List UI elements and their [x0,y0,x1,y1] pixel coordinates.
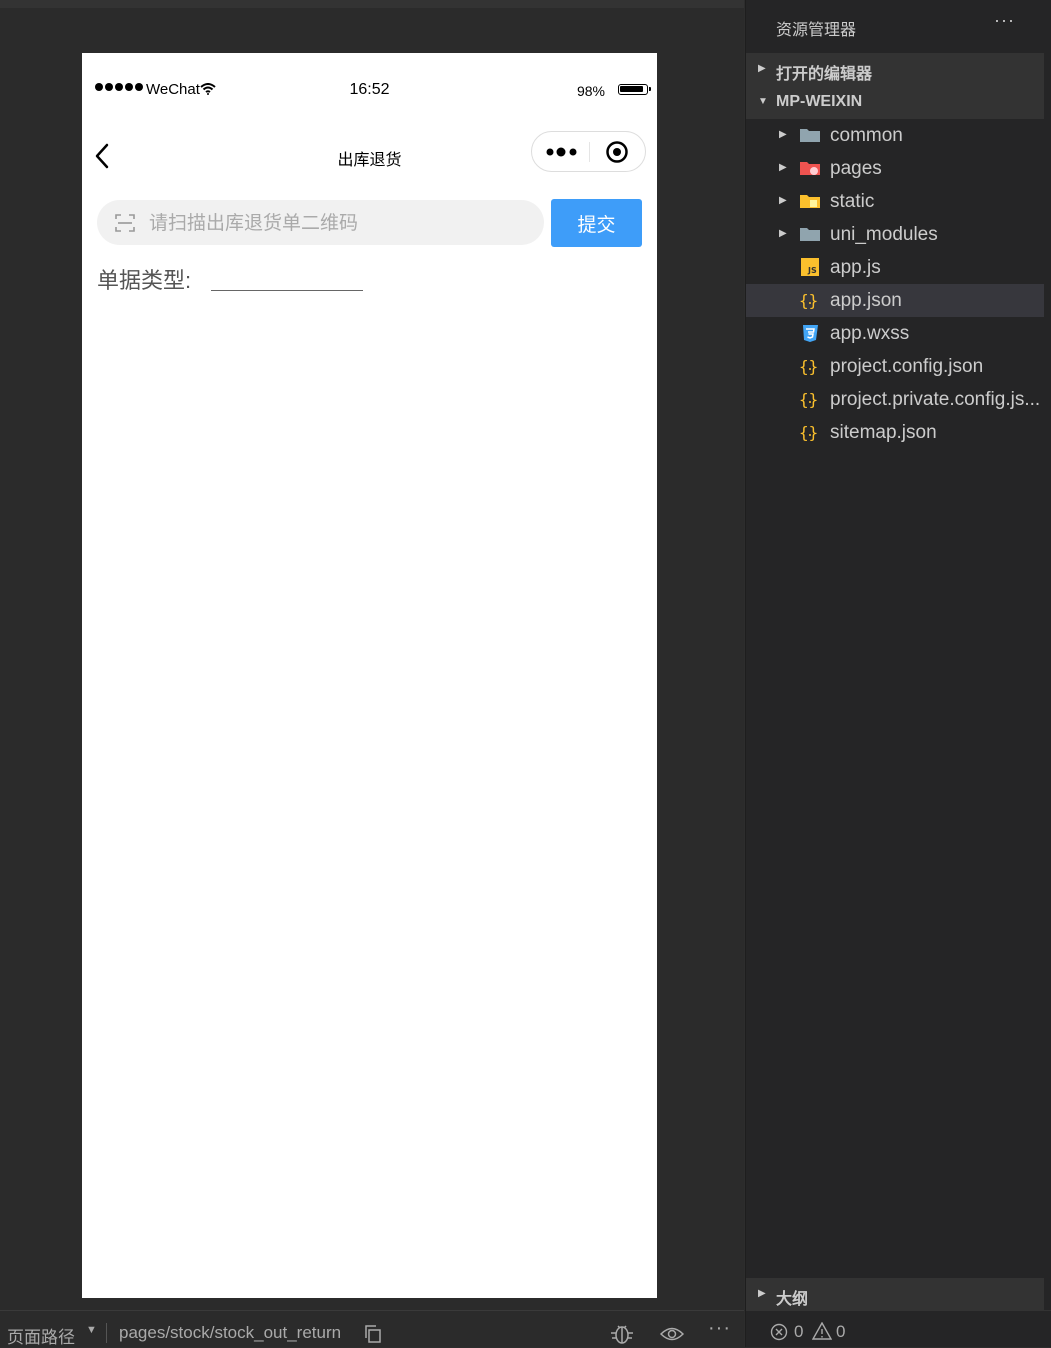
chevron-right-icon: ▶ [779,162,787,173]
explorer-title: 资源管理器 [776,22,857,39]
section-project[interactable]: ▼ MP-WEIXIN [746,86,1044,119]
section-label: 打开的编辑器 [776,66,873,83]
capsule-divider [589,142,590,162]
tree-item-pages[interactable]: ▶ pages [746,152,1044,185]
more-options-icon[interactable]: ··· [708,1317,731,1340]
json-file-icon: {} [799,390,818,409]
tree-item-app-json[interactable]: {} app.json [746,284,1044,317]
debug-bug-icon[interactable] [610,1323,634,1345]
tree-item-label: app.json [830,290,902,311]
section-label: 大纲 [776,1291,809,1308]
tree-item-label: app.js [830,257,881,278]
explorer-header: 资源管理器 ··· [746,0,1051,53]
submit-button[interactable]: 提交 [551,199,642,247]
explorer-more-icon[interactable]: ··· [994,10,1015,31]
svg-text:JS: JS [807,266,817,275]
close-miniprogram-icon[interactable] [606,141,628,163]
svg-text:{}: {} [799,291,818,310]
more-dots-icon[interactable] [546,147,578,157]
eye-icon[interactable] [660,1326,684,1342]
page-path-value: pages/stock/stock_out_return [119,1323,342,1342]
simulator-bottom-bar: 页面路径 ▼ pages/stock/stock_out_return ··· [0,1310,744,1347]
tree-item-project-private-config[interactable]: {} project.private.config.js... [746,383,1044,416]
json-file-icon: {} [799,291,818,310]
error-icon [770,1323,788,1341]
tree-item-label: static [830,191,875,212]
file-explorer: 资源管理器 ··· ▶ 打开的编辑器 ▼ MP-WEIXIN ▶ common … [745,0,1051,1347]
chevron-right-icon: ▶ [779,129,787,140]
battery-icon [618,84,651,95]
tree-item-common[interactable]: ▶ common [746,119,1044,152]
svg-text:{}: {} [799,390,818,409]
error-count: 0 [794,1322,804,1341]
nav-bar: 出库退货 [82,127,657,183]
tree-item-app-js[interactable]: JS app.js [746,251,1044,284]
tree-item-label: app.wxss [830,323,910,344]
simulator-area: WeChat 16:52 98% 出库退货 请扫描出库退货单二维码 提交 单据类… [0,0,744,1310]
tree-item-uni-modules[interactable]: ▶ uni_modules [746,218,1044,251]
chevron-down-icon[interactable]: ▼ [86,1324,97,1336]
battery-percentage: 98% [576,83,605,99]
scan-search-box [97,200,544,247]
css-file-icon [803,325,818,342]
folder-static-icon [800,195,820,208]
page-path-label[interactable]: 页面路径 [7,1323,75,1348]
problems-status[interactable]: 0 0 [746,1310,1051,1347]
doc-type-label: 单据类型: [97,268,192,293]
json-file-icon: {} [799,423,818,442]
chevron-right-icon: ▶ [779,228,787,239]
tree-item-app-wxss[interactable]: app.wxss [746,317,1044,350]
tree-item-project-config-json[interactable]: {} project.config.json [746,350,1044,383]
section-outline[interactable]: ▶ 大纲 [746,1278,1044,1311]
js-file-icon: JS [801,258,819,276]
capsule-menu [531,131,646,172]
tree-item-label: sitemap.json [830,422,937,443]
chevron-down-icon: ▼ [758,96,768,107]
tree-item-label: project.config.json [830,356,984,377]
doc-type-value-underline [211,290,363,291]
tree-item-label: uni_modules [830,224,938,245]
divider [106,1323,107,1343]
folder-icon [800,228,820,241]
svg-text:{}: {} [799,357,818,376]
status-bar: WeChat 16:52 98% [82,53,657,127]
chevron-right-icon: ▶ [758,63,766,74]
chevron-right-icon: ▶ [779,195,787,206]
json-file-icon: {} [799,357,818,376]
scan-code-input[interactable] [147,200,531,247]
svg-text:{}: {} [799,423,818,442]
folder-pages-icon [800,162,820,175]
section-label: MP-WEIXIN [776,93,863,110]
tree-item-label: project.private.config.js... [830,389,1041,410]
copy-icon[interactable] [364,1325,382,1343]
scan-icon[interactable] [115,213,135,233]
tree-item-label: common [830,125,903,146]
tree-item-sitemap-json[interactable]: {} sitemap.json [746,416,1044,449]
clock: 16:52 [349,81,390,98]
chevron-right-icon: ▶ [758,1288,766,1299]
simulator-top-strip [0,0,744,8]
phone-screen: WeChat 16:52 98% 出库退货 请扫描出库退货单二维码 提交 单据类… [82,53,657,1298]
folder-icon [800,129,820,142]
section-open-editors[interactable]: ▶ 打开的编辑器 [746,53,1044,86]
tree-item-static[interactable]: ▶ static [746,185,1044,218]
tree-item-label: pages [830,158,882,179]
warning-icon [812,1322,832,1340]
warning-count: 0 [836,1322,846,1341]
